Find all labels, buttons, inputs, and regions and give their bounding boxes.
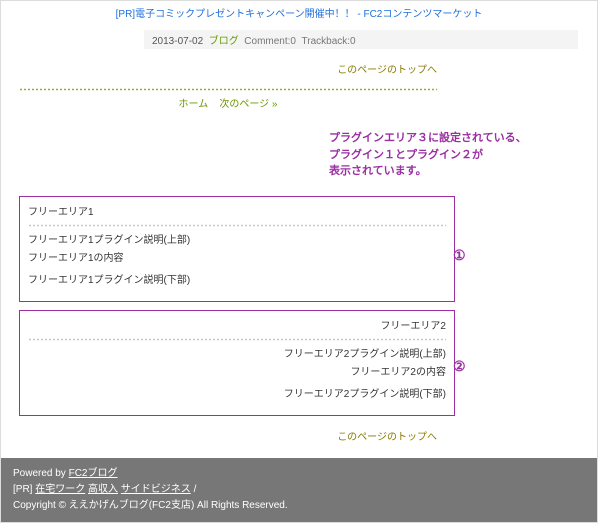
- annotation-marker-1: ①: [453, 247, 466, 264]
- footer-pr-link-3[interactable]: サイドビジネス: [121, 484, 191, 495]
- page-top-link-row: このページのトップへ: [19, 61, 437, 76]
- plugin-area-1-box: フリーエリア1 フリーエリア1プラグイン説明(上部) フリーエリア1の内容 フリ…: [19, 196, 455, 302]
- footer-copyright: Copyright © ええかげんブログ(FC2支店) All Rights R…: [13, 500, 288, 511]
- plugin1-title: フリーエリア1: [28, 203, 446, 220]
- pr-topbar: [PR]電子コミックプレゼントキャンペーン開催中！！ - FC2コンテンツマーケ…: [1, 1, 597, 22]
- plugin1-desc-top: フリーエリア1プラグイン説明(上部): [28, 233, 446, 249]
- page-top-link[interactable]: このページのトップへ: [337, 65, 437, 76]
- entry-trackback-count[interactable]: Trackback:0: [302, 36, 356, 47]
- footer-slash: /: [191, 484, 197, 495]
- plugin1-content: フリーエリア1の内容: [28, 251, 446, 267]
- footer-pr-link-1[interactable]: 在宅ワーク: [35, 484, 85, 495]
- separator-dotted-grey: [28, 338, 446, 341]
- annotation-marker-2: ②: [453, 358, 466, 375]
- plugin2-desc-top: フリーエリア2プラグイン説明(上部): [28, 347, 446, 363]
- entry-date: 2013-07-02: [152, 36, 203, 47]
- entry-comment-count[interactable]: Comment:0: [244, 36, 296, 47]
- plugin2-desc-bottom: フリーエリア2プラグイン説明(下部): [28, 387, 446, 403]
- footer-pr-prefix: [PR]: [13, 484, 35, 495]
- entry-category[interactable]: ブログ: [209, 36, 239, 47]
- separator-dotted-grey: [28, 224, 446, 227]
- annotation-callout-text: プラグインエリア３に設定されている、 プラグイン１とプラグイン２が 表示されてい…: [329, 130, 527, 180]
- entry-meta-row: 2013-07-02 ブログ Comment:0 Trackback:0: [144, 30, 578, 49]
- page-top-link[interactable]: このページのトップへ: [337, 432, 437, 443]
- pr-top-link[interactable]: [PR]電子コミックプレゼントキャンペーン開催中！！ - FC2コンテンツマーケ…: [116, 9, 483, 20]
- plugin-area-2-box: フリーエリア2 フリーエリア2プラグイン説明(上部) フリーエリア2の内容 フリ…: [19, 310, 455, 416]
- separator-dotted: [19, 88, 437, 91]
- footer-pr-link-2[interactable]: 高収入: [88, 484, 118, 495]
- footer-powered-link[interactable]: FC2ブログ: [69, 468, 118, 479]
- footer-powered-prefix: Powered by: [13, 468, 69, 479]
- plugin2-content: フリーエリア2の内容: [28, 365, 446, 381]
- plugin1-desc-bottom: フリーエリア1プラグイン説明(下部): [28, 273, 446, 289]
- plugin2-title: フリーエリア2: [28, 317, 446, 334]
- site-footer: Powered by FC2ブログ [PR] 在宅ワーク 高収入 サイドビジネス…: [1, 458, 597, 522]
- pager-next-link[interactable]: 次のページ »: [219, 99, 277, 110]
- page-top-link-row-2: このページのトップへ: [19, 428, 437, 443]
- pager-home-link[interactable]: ホーム: [179, 99, 209, 110]
- pager-row: ホーム 次のページ »: [19, 95, 437, 110]
